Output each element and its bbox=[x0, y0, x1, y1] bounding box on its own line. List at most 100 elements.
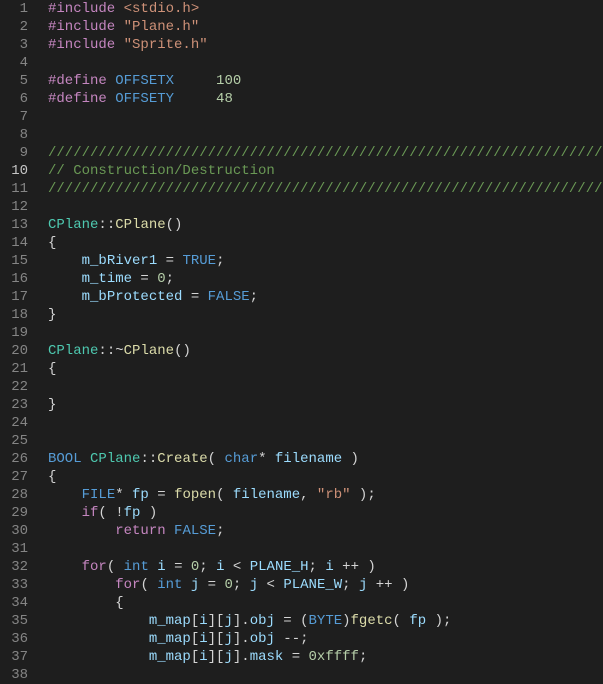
tok-var: m_map bbox=[149, 613, 191, 629]
tok-op: [ bbox=[191, 613, 199, 629]
code-line[interactable] bbox=[48, 54, 603, 72]
tok-op bbox=[174, 91, 216, 107]
tok-kw: return bbox=[115, 523, 165, 539]
line-number: 34 bbox=[8, 594, 28, 612]
tok-op: ::~ bbox=[98, 343, 123, 359]
line-number: 11 bbox=[8, 180, 28, 198]
code-area[interactable]: #include <stdio.h>#include "Plane.h"#inc… bbox=[40, 0, 603, 668]
tok-num: 100 bbox=[216, 73, 241, 89]
code-line[interactable]: { bbox=[48, 468, 603, 486]
tok-op: { bbox=[48, 595, 124, 611]
tok-type: BOOL bbox=[48, 451, 82, 467]
code-line[interactable]: // Construction/Destruction bbox=[48, 162, 603, 180]
tok-macroN: PLANE_W bbox=[283, 577, 342, 593]
code-line[interactable] bbox=[48, 666, 603, 684]
line-number: 2 bbox=[8, 18, 28, 36]
tok-op bbox=[48, 577, 115, 593]
tok-var: filename bbox=[233, 487, 300, 503]
code-line[interactable] bbox=[48, 198, 603, 216]
code-line[interactable]: m_time = 0; bbox=[48, 270, 603, 288]
code-line[interactable]: FILE* fp = fopen( filename, "rb" ); bbox=[48, 486, 603, 504]
tok-op: ][ bbox=[208, 613, 225, 629]
code-line[interactable] bbox=[48, 324, 603, 342]
code-line[interactable]: ////////////////////////////////////////… bbox=[48, 180, 603, 198]
tok-op bbox=[174, 73, 216, 89]
line-number: 27 bbox=[8, 468, 28, 486]
line-number: 1 bbox=[8, 0, 28, 18]
tok-func: fgetc bbox=[351, 613, 393, 629]
tok-kw: for bbox=[82, 559, 107, 575]
code-line[interactable]: BOOL CPlane::Create( char* filename ) bbox=[48, 450, 603, 468]
code-line[interactable]: #define OFFSETX 100 bbox=[48, 72, 603, 90]
code-line[interactable]: for( int i = 0; i < PLANE_H; i ++ ) bbox=[48, 558, 603, 576]
code-line[interactable]: m_map[i][j].obj = (BYTE)fgetc( fp ); bbox=[48, 612, 603, 630]
line-number: 8 bbox=[8, 126, 28, 144]
code-line[interactable]: m_bRiver1 = TRUE; bbox=[48, 252, 603, 270]
tok-op bbox=[48, 253, 82, 269]
tok-func: CPlane bbox=[115, 217, 165, 233]
code-line[interactable]: return FALSE; bbox=[48, 522, 603, 540]
line-number: 31 bbox=[8, 540, 28, 558]
tok-op: = bbox=[199, 577, 224, 593]
tok-op: ( bbox=[216, 487, 233, 503]
code-line[interactable]: { bbox=[48, 234, 603, 252]
tok-var: m_bProtected bbox=[82, 289, 183, 305]
line-number: 17 bbox=[8, 288, 28, 306]
tok-op bbox=[48, 289, 82, 305]
code-line[interactable]: for( int j = 0; j < PLANE_W; j ++ ) bbox=[48, 576, 603, 594]
tok-op: ( bbox=[208, 451, 225, 467]
code-line[interactable]: #include "Sprite.h" bbox=[48, 36, 603, 54]
tok-kw: if bbox=[82, 505, 99, 521]
code-line[interactable] bbox=[48, 378, 603, 396]
code-line[interactable]: CPlane::CPlane() bbox=[48, 216, 603, 234]
code-line[interactable]: CPlane::~CPlane() bbox=[48, 342, 603, 360]
code-line[interactable]: { bbox=[48, 594, 603, 612]
tok-op: ]. bbox=[233, 613, 250, 629]
line-number: 24 bbox=[8, 414, 28, 432]
tok-op: :: bbox=[98, 217, 115, 233]
tok-op: --; bbox=[275, 631, 309, 647]
line-number: 14 bbox=[8, 234, 28, 252]
line-number: 23 bbox=[8, 396, 28, 414]
code-line[interactable]: m_bProtected = FALSE; bbox=[48, 288, 603, 306]
tok-op: , bbox=[300, 487, 317, 503]
code-line[interactable]: } bbox=[48, 396, 603, 414]
tok-op: } bbox=[48, 397, 56, 413]
tok-define: OFFSETY bbox=[115, 91, 174, 107]
tok-op bbox=[115, 37, 123, 53]
line-number: 26 bbox=[8, 450, 28, 468]
code-line[interactable] bbox=[48, 414, 603, 432]
code-line[interactable]: { bbox=[48, 360, 603, 378]
code-line[interactable]: m_map[i][j].obj --; bbox=[48, 630, 603, 648]
code-line[interactable]: ////////////////////////////////////////… bbox=[48, 144, 603, 162]
tok-op: ( ! bbox=[98, 505, 123, 521]
line-number: 22 bbox=[8, 378, 28, 396]
line-number: 13 bbox=[8, 216, 28, 234]
code-line[interactable]: } bbox=[48, 306, 603, 324]
code-line[interactable]: m_map[i][j].mask = 0xffff; bbox=[48, 648, 603, 666]
tok-op: ]. bbox=[233, 649, 250, 665]
tok-op: () bbox=[166, 217, 183, 233]
tok-var: j bbox=[250, 577, 258, 593]
code-line[interactable]: if( !fp ) bbox=[48, 504, 603, 522]
code-line[interactable] bbox=[48, 540, 603, 558]
code-line[interactable] bbox=[48, 126, 603, 144]
line-number: 21 bbox=[8, 360, 28, 378]
line-number: 35 bbox=[8, 612, 28, 630]
code-line[interactable]: #define OFFSETY 48 bbox=[48, 90, 603, 108]
line-number: 10 bbox=[8, 162, 28, 180]
tok-var: i bbox=[199, 649, 207, 665]
code-line[interactable]: #include "Plane.h" bbox=[48, 18, 603, 36]
tok-op: ; bbox=[342, 577, 359, 593]
code-line[interactable] bbox=[48, 108, 603, 126]
code-editor[interactable]: 1234567891011121314151617181920212223242… bbox=[0, 0, 603, 668]
tok-var: j bbox=[224, 631, 232, 647]
tok-op: ); bbox=[351, 487, 376, 503]
tok-var: j bbox=[224, 649, 232, 665]
code-line[interactable]: #include <stdio.h> bbox=[48, 0, 603, 18]
tok-comment: ////////////////////////////////////////… bbox=[48, 181, 603, 197]
tok-type: char bbox=[224, 451, 258, 467]
line-number: 18 bbox=[8, 306, 28, 324]
code-line[interactable] bbox=[48, 432, 603, 450]
tok-op: = bbox=[157, 253, 182, 269]
